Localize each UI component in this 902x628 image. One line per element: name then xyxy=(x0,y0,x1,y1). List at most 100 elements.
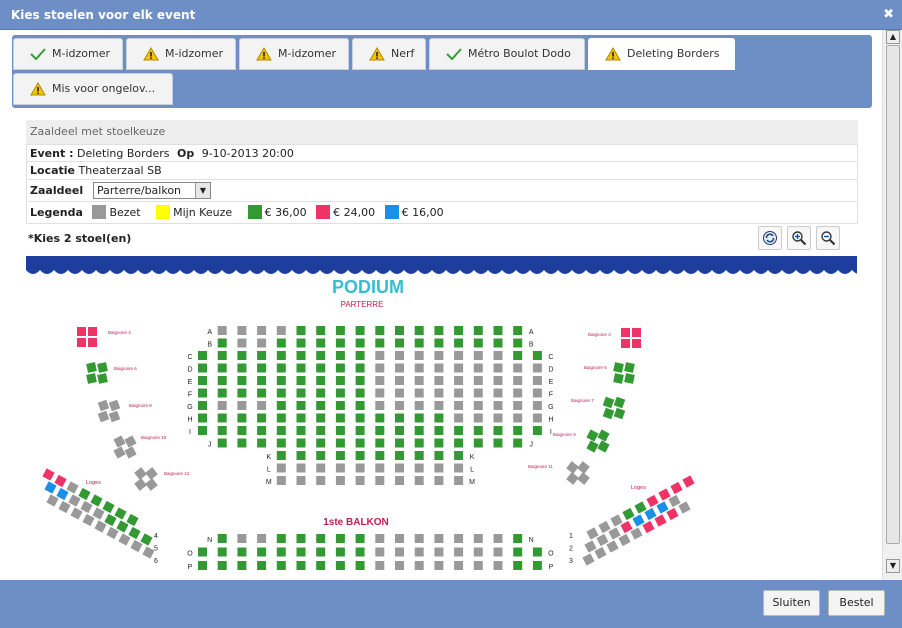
seat[interactable] xyxy=(434,326,444,335)
seat[interactable] xyxy=(140,533,153,546)
seat[interactable] xyxy=(335,376,345,385)
seat[interactable] xyxy=(513,426,523,435)
seat[interactable] xyxy=(296,426,306,435)
seat[interactable] xyxy=(473,338,483,348)
seat[interactable] xyxy=(624,373,635,384)
seat[interactable] xyxy=(613,362,624,373)
seat[interactable] xyxy=(257,426,267,435)
seat[interactable] xyxy=(335,451,345,460)
seat[interactable] xyxy=(602,396,615,409)
seat[interactable] xyxy=(395,438,404,448)
seat[interactable] xyxy=(335,413,345,423)
seat[interactable] xyxy=(597,440,610,453)
seat[interactable] xyxy=(454,338,464,348)
seat[interactable] xyxy=(296,534,306,543)
scroll-up-icon[interactable]: ▲ xyxy=(886,30,900,44)
seat[interactable] xyxy=(654,514,667,527)
seat[interactable] xyxy=(335,388,345,398)
seat[interactable] xyxy=(198,351,207,360)
seat[interactable] xyxy=(126,513,139,527)
seat[interactable] xyxy=(355,326,365,335)
seat[interactable] xyxy=(613,373,624,384)
seat[interactable] xyxy=(375,413,385,423)
seat[interactable] xyxy=(257,388,267,398)
seat[interactable] xyxy=(316,534,326,543)
seat[interactable] xyxy=(237,376,247,385)
seat[interactable] xyxy=(257,351,267,360)
seat[interactable] xyxy=(335,363,345,373)
seat[interactable] xyxy=(217,363,227,373)
seat[interactable] xyxy=(316,376,326,385)
seat[interactable] xyxy=(355,388,365,398)
seat[interactable] xyxy=(335,426,345,435)
seat[interactable] xyxy=(646,494,659,508)
seat[interactable] xyxy=(335,547,345,557)
seat[interactable] xyxy=(316,363,326,373)
seat[interactable] xyxy=(395,338,404,348)
seat[interactable] xyxy=(473,438,483,448)
seat[interactable] xyxy=(77,327,86,336)
seat[interactable] xyxy=(296,438,306,448)
seat[interactable] xyxy=(622,507,635,521)
seat[interactable] xyxy=(296,326,306,335)
refresh-button[interactable] xyxy=(758,226,782,250)
seat[interactable] xyxy=(493,326,503,335)
zoom-out-button[interactable] xyxy=(816,226,840,250)
seat[interactable] xyxy=(276,338,286,348)
seat[interactable] xyxy=(237,363,247,373)
seat[interactable] xyxy=(513,534,523,543)
seat[interactable] xyxy=(632,328,641,337)
seat[interactable] xyxy=(104,513,117,527)
seat[interactable] xyxy=(532,426,542,435)
scrollbar-thumb[interactable] xyxy=(886,45,900,544)
seat[interactable] xyxy=(355,363,365,373)
seat[interactable] xyxy=(513,326,523,335)
seat[interactable] xyxy=(355,338,365,348)
seat[interactable] xyxy=(114,507,127,520)
close-icon[interactable]: ✖ xyxy=(883,0,894,30)
seat[interactable] xyxy=(434,451,444,460)
seat[interactable] xyxy=(473,426,483,435)
seat[interactable] xyxy=(644,507,657,521)
seat[interactable] xyxy=(375,438,385,448)
seat[interactable] xyxy=(217,338,227,348)
close-button[interactable]: Sluiten xyxy=(763,590,820,616)
tab-metro-boulot-dodo[interactable]: Métro Boulot Dodo xyxy=(429,38,585,70)
seat[interactable] xyxy=(257,547,267,557)
seat[interactable] xyxy=(316,561,326,570)
seat[interactable] xyxy=(666,507,679,521)
seat[interactable] xyxy=(513,351,523,360)
seat[interactable] xyxy=(621,328,630,337)
seat[interactable] xyxy=(276,547,286,557)
seat[interactable] xyxy=(613,396,626,409)
seat[interactable] xyxy=(513,547,523,557)
seat[interactable] xyxy=(86,373,97,384)
seat[interactable] xyxy=(355,351,365,360)
seat[interactable] xyxy=(296,413,306,423)
seat[interactable] xyxy=(335,534,345,543)
seat[interactable] xyxy=(316,438,326,448)
seat[interactable] xyxy=(493,338,503,348)
seat[interactable] xyxy=(395,426,404,435)
seat[interactable] xyxy=(634,501,647,514)
zoom-in-button[interactable] xyxy=(787,226,811,250)
seat[interactable] xyxy=(296,388,306,398)
seat[interactable] xyxy=(513,338,523,348)
seat[interactable] xyxy=(97,373,108,384)
seat[interactable] xyxy=(217,388,227,398)
seat[interactable] xyxy=(434,413,444,423)
seat[interactable] xyxy=(54,474,67,488)
seat[interactable] xyxy=(375,451,385,460)
seat[interactable] xyxy=(513,438,523,448)
seat[interactable] xyxy=(335,326,345,335)
seat[interactable] xyxy=(296,363,306,373)
seat[interactable] xyxy=(434,426,444,435)
seat[interactable] xyxy=(276,401,286,410)
seat[interactable] xyxy=(624,362,635,373)
vertical-scrollbar[interactable]: ▲ ▼ xyxy=(882,30,902,580)
seat[interactable] xyxy=(355,426,365,435)
seat[interactable] xyxy=(586,440,599,453)
seat[interactable] xyxy=(316,326,326,335)
seat[interactable] xyxy=(217,438,227,448)
seat[interactable] xyxy=(513,561,523,570)
